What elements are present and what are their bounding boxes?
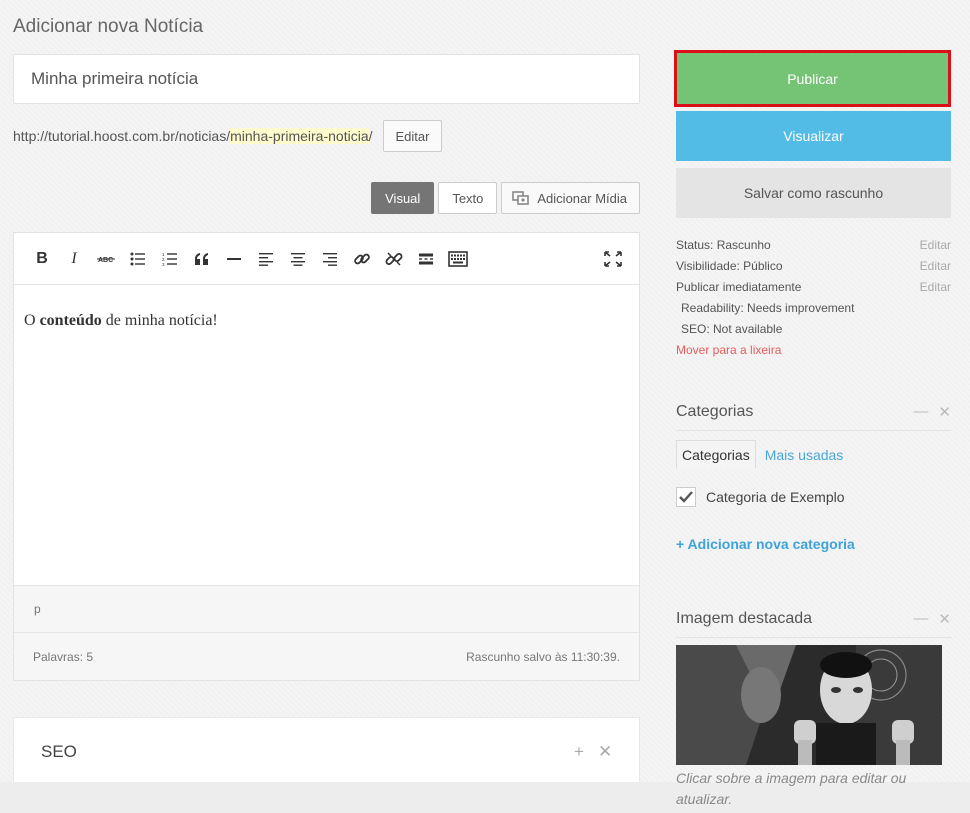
toolbar-toggle-button[interactable] bbox=[442, 245, 474, 273]
categories-widget-header[interactable]: Categorias — ✕ bbox=[676, 393, 951, 431]
categories-title: Categorias bbox=[676, 402, 754, 420]
publish-meta: Status: Rascunho Editar Visibilidade: Púb… bbox=[676, 234, 951, 360]
svg-text:3: 3 bbox=[162, 262, 165, 266]
align-left-button[interactable] bbox=[250, 245, 282, 273]
seo-score: SEO: Not available bbox=[681, 321, 783, 336]
insert-link-button[interactable] bbox=[346, 245, 378, 273]
seo-title: SEO bbox=[41, 742, 77, 761]
svg-text:ABC: ABC bbox=[98, 257, 113, 264]
permalink-edit-button[interactable]: Editar bbox=[382, 120, 443, 152]
editor-toolbar: B I ABC 123 bbox=[14, 233, 639, 285]
category-tabs: Categorias Mais usadas bbox=[676, 440, 848, 469]
featured-image-title: Imagem destacada bbox=[676, 609, 813, 627]
align-left-icon bbox=[259, 252, 273, 266]
tab-text[interactable]: Texto bbox=[438, 182, 498, 214]
add-category-link[interactable]: + Adicionar nova categoria bbox=[676, 536, 855, 552]
remove-link-button[interactable] bbox=[378, 245, 410, 273]
post-visibility: Visibilidade: Público bbox=[676, 258, 783, 273]
move-to-trash-link[interactable]: Mover para a lixeira bbox=[676, 339, 951, 360]
align-center-button[interactable] bbox=[282, 245, 314, 273]
featured-image-caption[interactable]: Clicar sobre a imagem para editar ou atu… bbox=[676, 768, 946, 810]
italic-button[interactable]: I bbox=[58, 245, 90, 273]
minimize-icon[interactable]: — bbox=[913, 610, 928, 628]
strikethrough-icon: ABC bbox=[97, 257, 115, 264]
close-icon[interactable]: ✕ bbox=[938, 610, 951, 628]
post-schedule: Publicar imediatamente bbox=[676, 279, 802, 294]
bullet-list-button[interactable] bbox=[122, 245, 154, 273]
editor-content[interactable]: O conteúdo de minha notícia! bbox=[14, 285, 639, 585]
editor-mode-tabs: Visual Texto Adicionar Mídia bbox=[371, 182, 640, 214]
link-icon bbox=[354, 253, 370, 264]
read-more-icon bbox=[419, 253, 433, 264]
add-media-label: Adicionar Mídia bbox=[537, 190, 627, 206]
strikethrough-button[interactable]: ABC bbox=[90, 245, 122, 273]
edit-status-link[interactable]: Editar bbox=[920, 238, 951, 252]
numbered-list-icon: 123 bbox=[162, 252, 177, 266]
fullscreen-button[interactable] bbox=[597, 245, 629, 273]
content-bold-text: conteúdo bbox=[39, 312, 102, 329]
editor-status-bar: Palavras: 5 Rascunho salvo às 11:30:39. bbox=[14, 632, 639, 680]
featured-image-thumbnail[interactable] bbox=[676, 645, 942, 765]
page-title: Adicionar nova Notícia bbox=[13, 16, 204, 37]
post-editor: B I ABC 123 O conteúdo de minha notícia!… bbox=[13, 232, 640, 681]
numbered-list-button[interactable]: 123 bbox=[154, 245, 186, 273]
tab-visual[interactable]: Visual bbox=[371, 182, 435, 214]
permalink-suffix: / bbox=[368, 128, 373, 144]
element-path: p bbox=[14, 585, 639, 632]
fullscreen-icon bbox=[604, 251, 622, 267]
tab-most-used[interactable]: Mais usadas bbox=[756, 440, 849, 469]
permalink-slug[interactable]: minha-primeira-noticia bbox=[230, 128, 369, 144]
publish-highlight: Publicar bbox=[674, 50, 951, 107]
align-center-icon bbox=[291, 252, 305, 266]
featured-image-widget-header[interactable]: Imagem destacada — ✕ bbox=[676, 600, 951, 638]
category-checkbox[interactable] bbox=[676, 487, 696, 507]
portrait-image bbox=[676, 645, 942, 765]
tab-all-categories[interactable]: Categorias bbox=[676, 440, 756, 469]
quote-icon bbox=[195, 252, 208, 265]
bullet-list-icon bbox=[130, 252, 145, 265]
readability-score: Readability: Needs improvement bbox=[681, 300, 855, 315]
category-item[interactable]: Categoria de Exemplo bbox=[676, 487, 845, 507]
minimize-icon[interactable]: — bbox=[913, 403, 928, 421]
permalink: http://tutorial.hoost.com.br/noticias/mi… bbox=[13, 120, 443, 152]
horizontal-line-icon bbox=[227, 257, 241, 260]
checkmark-icon bbox=[679, 491, 693, 503]
add-media-button[interactable]: Adicionar Mídia bbox=[501, 182, 640, 214]
align-right-icon bbox=[323, 252, 337, 266]
content-text: O bbox=[24, 312, 40, 329]
media-icon bbox=[512, 191, 530, 205]
keyboard-icon bbox=[448, 250, 468, 267]
publish-button[interactable]: Publicar bbox=[677, 53, 948, 104]
category-label: Categoria de Exemplo bbox=[706, 489, 845, 505]
bold-button[interactable]: B bbox=[26, 245, 58, 273]
edit-visibility-link[interactable]: Editar bbox=[920, 259, 951, 273]
post-status: Status: Rascunho bbox=[676, 237, 771, 252]
word-count: Palavras: 5 bbox=[33, 649, 94, 664]
preview-button[interactable]: Visualizar bbox=[676, 111, 951, 161]
close-icon[interactable]: ✕ bbox=[938, 403, 951, 421]
autosave-status: Rascunho salvo às 11:30:39. bbox=[466, 649, 620, 664]
seo-expand-button[interactable]: + bbox=[574, 742, 584, 762]
seo-close-button[interactable]: ✕ bbox=[598, 742, 612, 762]
save-draft-button[interactable]: Salvar como rascunho bbox=[676, 168, 951, 218]
unlink-icon bbox=[385, 251, 403, 266]
permalink-base: http://tutorial.hoost.com.br/noticias/ bbox=[13, 128, 231, 144]
content-text-end: de minha notícia! bbox=[101, 312, 218, 329]
horizontal-rule-button[interactable] bbox=[218, 245, 250, 273]
edit-schedule-link[interactable]: Editar bbox=[920, 280, 951, 294]
blockquote-button[interactable] bbox=[186, 245, 218, 273]
align-right-button[interactable] bbox=[314, 245, 346, 273]
read-more-button[interactable] bbox=[410, 245, 442, 273]
post-title-input[interactable]: Minha primeira notícia bbox=[13, 54, 640, 104]
